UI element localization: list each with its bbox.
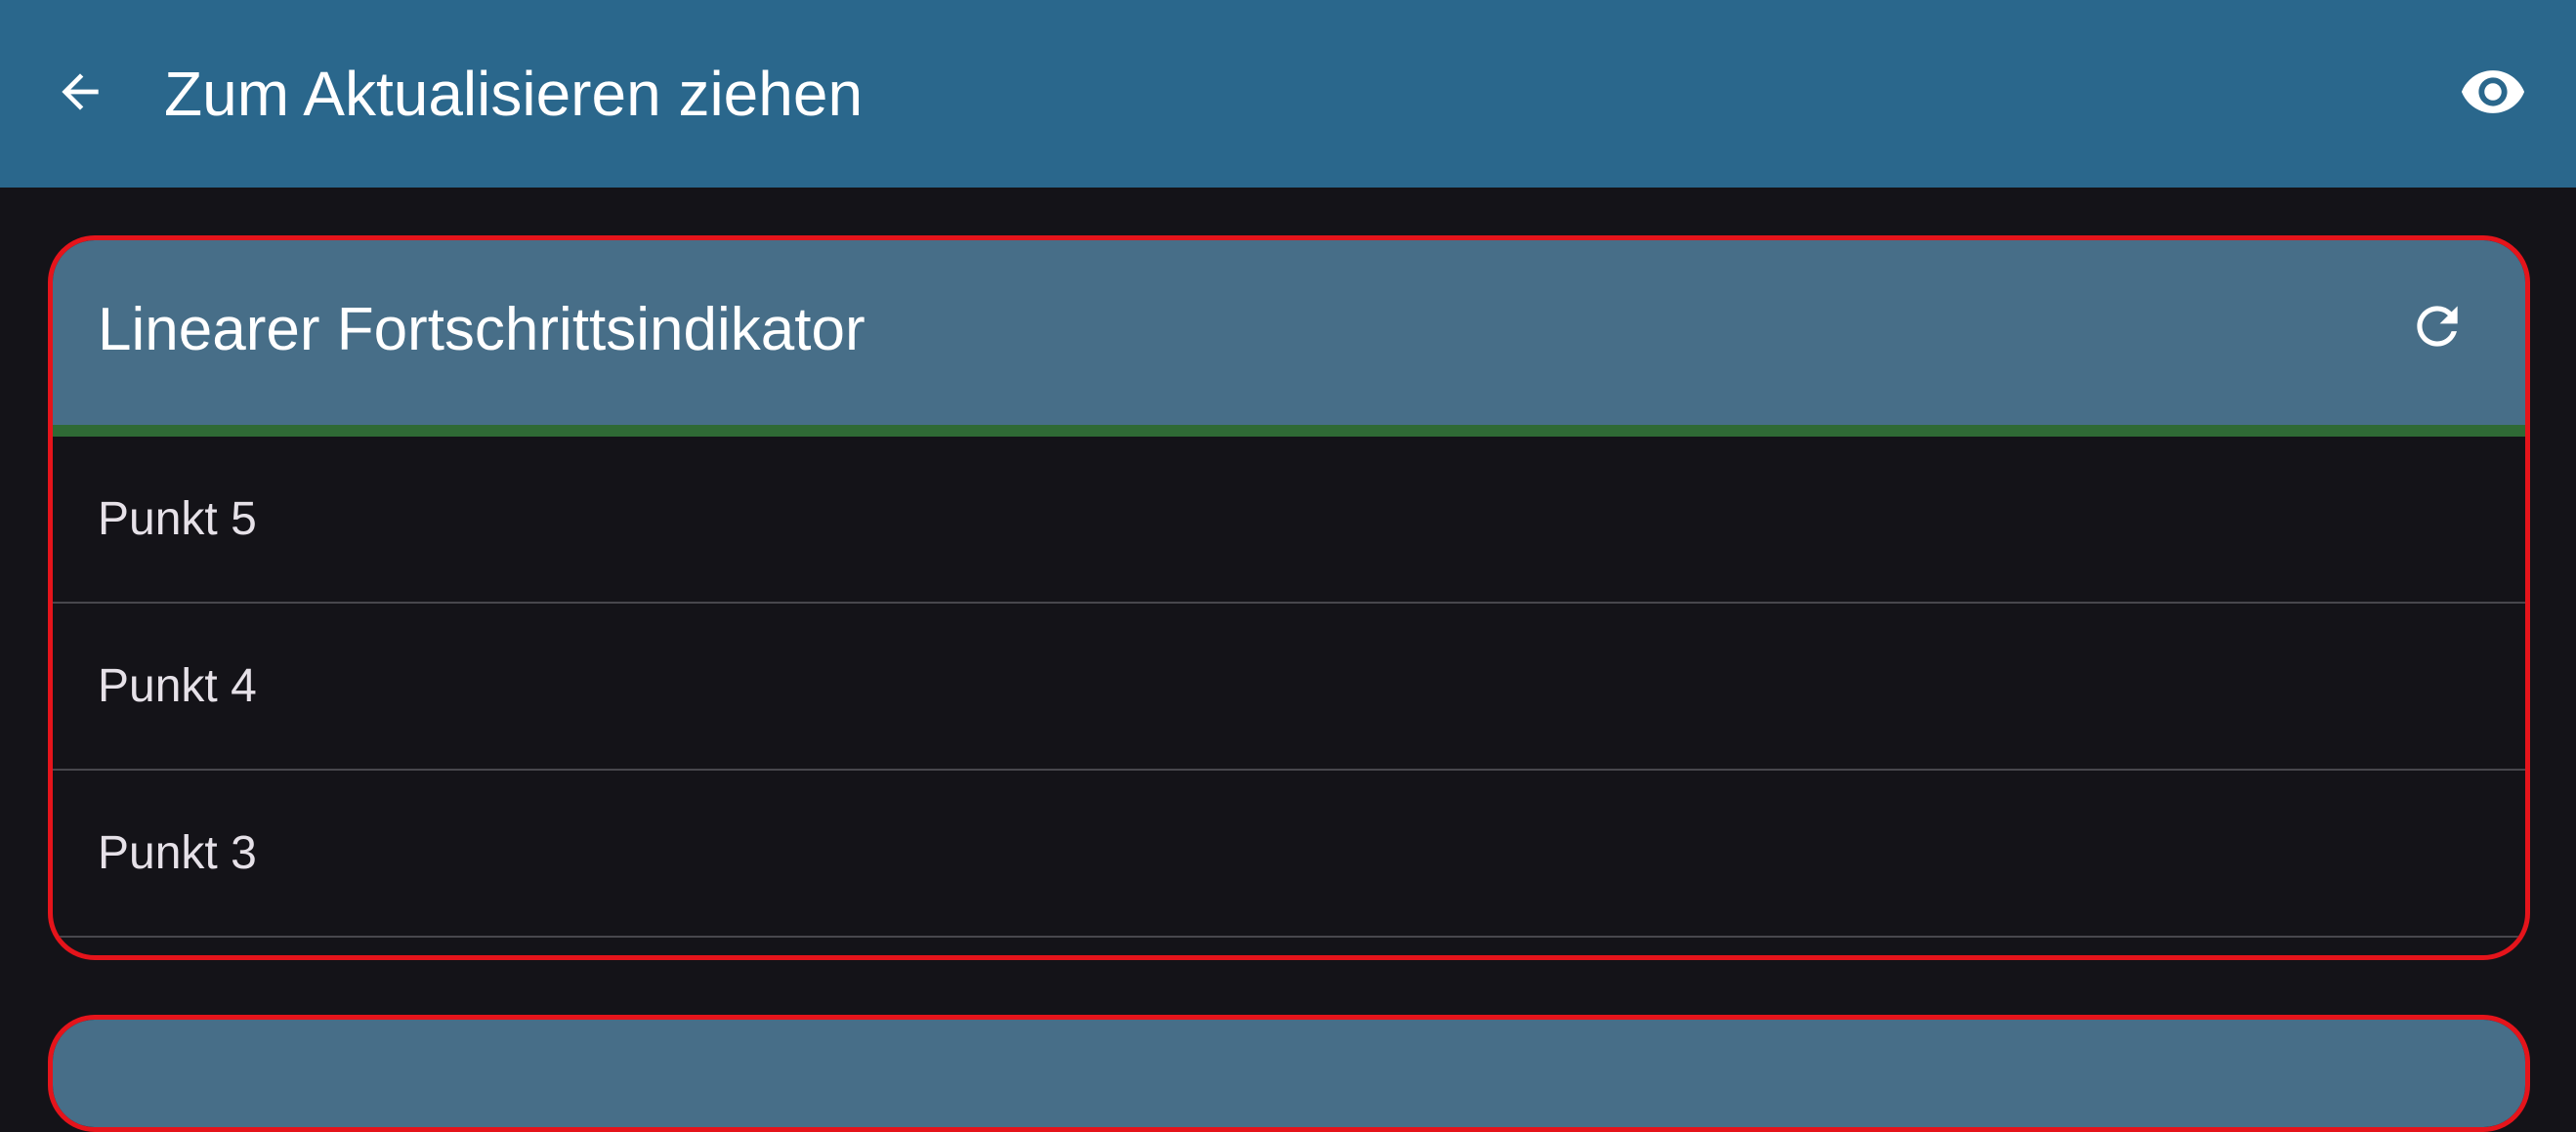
second-card	[48, 1015, 2530, 1132]
card-title: Linearer Fortschrittsindikator	[98, 296, 866, 363]
arrow-back-icon	[53, 64, 107, 124]
list-item-label: Punkt 4	[98, 660, 257, 712]
list-item[interactable]: Punkt 3	[53, 771, 2525, 938]
page-title: Zum Aktualisieren ziehen	[164, 59, 864, 129]
visibility-button[interactable]	[2452, 55, 2534, 133]
refresh-button[interactable]	[2400, 291, 2474, 365]
second-card-header	[53, 1020, 2525, 1127]
card-header: Linearer Fortschrittsindikator	[53, 240, 2525, 425]
list-item-label: Punkt 5	[98, 493, 257, 545]
progress-fill	[53, 425, 2525, 437]
list-item[interactable]: Punkt 4	[53, 604, 2525, 771]
eye-icon	[2459, 58, 2527, 131]
linear-progress-indicator	[53, 425, 2525, 437]
refresh-icon	[2407, 296, 2468, 361]
item-list: Punkt 5 Punkt 4 Punkt 3	[53, 437, 2525, 938]
top-app-bar: Zum Aktualisieren ziehen	[0, 0, 2576, 188]
list-item-label: Punkt 3	[98, 827, 257, 879]
back-button[interactable]	[41, 55, 119, 133]
progress-demo-card: Linearer Fortschrittsindikator Punkt 5 P…	[48, 235, 2530, 960]
list-item[interactable]: Punkt 5	[53, 437, 2525, 604]
